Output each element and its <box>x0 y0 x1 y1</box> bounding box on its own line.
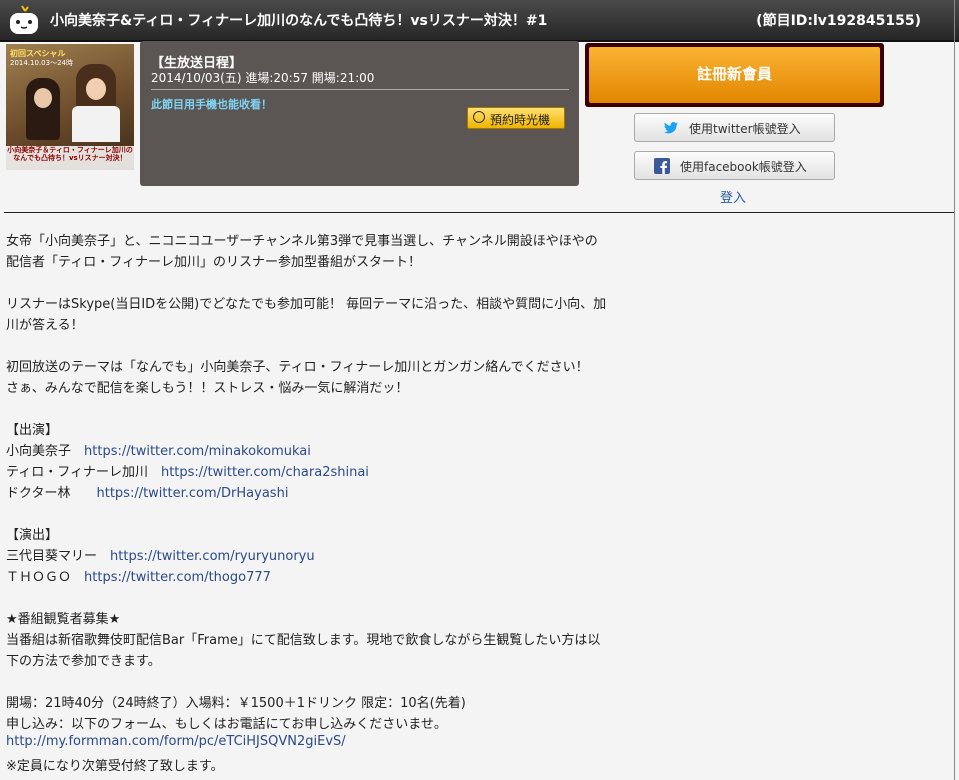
apply-form-link[interactable]: http://my.formman.com/form/pc/eTCiHJSQVN… <box>6 734 346 749</box>
desc-text: 初回放送のテーマは「なんでも」小向美奈子、ティロ・フィナーレ加川とガンガン絡んで… <box>6 360 589 375</box>
schedule-panel: 【生放送日程】 2014/10/03(五) 進場:20:57 開場:21:00 … <box>140 41 579 186</box>
program-thumbnail[interactable]: 初回スペシャル 2014.10.03〜24時 小向美奈子＆ティロ・フィナーレ加川… <box>6 44 134 170</box>
title-bar: 小向美奈子&ティロ・フィナーレ加川のなんでも凸待ち！vsリスナー対決！#1 (節… <box>0 0 959 42</box>
desc-text: 女帝「小向美奈子」と、ニコニコユーザーチャンネル第3弾で見事当選し、チャンネル開… <box>6 234 598 249</box>
cast-twitter-link[interactable]: https://twitter.com/minakokomukai <box>84 444 311 459</box>
niconico-tv-icon <box>10 5 38 34</box>
cast-twitter-link[interactable]: https://twitter.com/DrHayashi <box>96 486 288 501</box>
viewers-heading: ★番組観覧者募集★ <box>6 612 121 627</box>
staff-twitter-link[interactable]: https://twitter.com/ryuryunoryu <box>110 549 315 564</box>
cast-name: ティロ・フィナーレ加川 <box>6 465 161 480</box>
cast-twitter-link[interactable]: https://twitter.com/chara2shinai <box>161 465 369 480</box>
staff-row: 三代目葵マリー https://twitter.com/ryuryunoryu <box>6 545 315 564</box>
facebook-login-label: 使用facebook帳號登入 <box>680 160 807 174</box>
desc-text: 川が答える！ <box>6 318 84 333</box>
twitter-login-button[interactable]: 使用twitter帳號登入 <box>634 113 835 142</box>
content-divider <box>4 212 954 213</box>
apply-text: 申し込み：以下のフォーム、もしくはお電話にてお申し込みくださいませ。 <box>6 717 447 732</box>
desc-text: 下の方法で参加できます。 <box>6 654 161 669</box>
reserve-label: 預約時光機 <box>490 113 551 127</box>
staff-heading: 【演出】 <box>6 528 59 543</box>
staff-name: ＴＨＯＧＯ <box>6 570 85 585</box>
facebook-login-button[interactable]: 使用facebook帳號登入 <box>634 151 835 180</box>
cast-name: 小向美奈子 <box>6 444 85 459</box>
event-info: 開場：21時40分（24時終了）入場料：￥1500＋1ドリンク 限定：10名(先… <box>6 696 466 711</box>
apply-form-link-row: http://my.formman.com/form/pc/eTCiHJSQVN… <box>6 734 346 749</box>
cast-name: ドクター林 <box>6 486 97 501</box>
twitter-icon <box>664 122 678 134</box>
cast-row: ティロ・フィナーレ加川 https://twitter.com/chara2sh… <box>6 461 369 480</box>
cast-row: ドクター林 https://twitter.com/DrHayashi <box>6 482 288 501</box>
schedule-datetime: 2014/10/03(五) 進場:20:57 開場:21:00 <box>151 71 375 85</box>
cast-heading: 【出演】 <box>6 423 59 438</box>
reserve-timeshift-button[interactable]: 預約時光機 <box>467 107 565 129</box>
staff-name: 三代目葵マリー <box>6 549 111 564</box>
schedule-divider <box>151 89 569 90</box>
twitter-login-label: 使用twitter帳號登入 <box>689 122 801 136</box>
desc-text: 当番組は新宿歌舞伎町配信Bar「Frame」にて配信致します。現地で飲食しながら… <box>6 633 601 648</box>
staff-row: ＴＨＯＧＯ https://twitter.com/thogo777 <box>6 566 271 585</box>
program-title: 小向美奈子&ティロ・フィナーレ加川のなんでも凸待ち！vsリスナー対決！#1 <box>50 13 548 29</box>
desc-text: さぁ、みんなで配信を楽しもう！！ストレス・悩み一気に解消だッ！ <box>6 381 409 396</box>
thumbnail-caption: 小向美奈子＆ティロ・フィナーレ加川のなんでも凸待ち！vsリスナー対決！ <box>6 146 134 170</box>
capacity-note: ※定員になり次第受付終了致します。 <box>6 759 224 774</box>
staff-twitter-link[interactable]: https://twitter.com/thogo777 <box>84 570 271 585</box>
cast-row: 小向美奈子 https://twitter.com/minakokomukai <box>6 440 311 459</box>
thumbnail-date: 2014.10.03〜24時 <box>10 59 73 67</box>
register-button[interactable]: 註冊新會員 <box>585 43 884 107</box>
desc-text: 配信者「ティロ・フィナーレ加川」のリスナー参加型番組がスタート！ <box>6 255 421 270</box>
program-id: (節目ID:lv192845155) <box>756 13 921 29</box>
window-border <box>954 0 955 780</box>
desc-text: リスナーはSkype(当日IDを公開)でどなたでも参加可能！ 毎回テーマに沿った… <box>6 297 607 312</box>
facebook-icon <box>654 158 670 174</box>
clock-icon <box>473 111 485 123</box>
mobile-note: 此節目用手機也能收看！ <box>151 98 272 111</box>
register-label: 註冊新會員 <box>696 65 772 83</box>
login-link[interactable]: 登入 <box>720 187 746 206</box>
